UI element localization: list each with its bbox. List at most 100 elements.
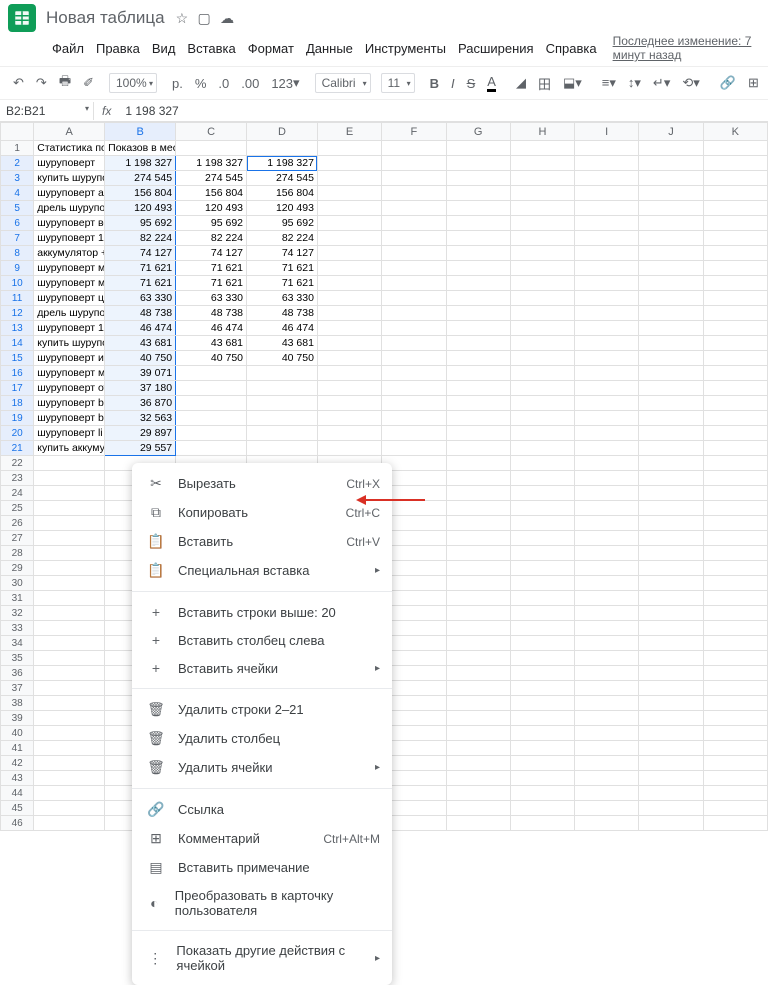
row-header[interactable]: 1 [1,141,34,156]
cell[interactable] [446,816,510,831]
cell[interactable] [703,486,767,501]
cell[interactable] [575,246,639,261]
cell[interactable] [510,516,574,531]
cell[interactable] [446,696,510,711]
cell[interactable] [575,576,639,591]
cell[interactable] [446,681,510,696]
col-header-j[interactable]: J [639,123,703,141]
cell[interactable] [639,786,703,801]
row-header[interactable]: 19 [1,411,34,426]
cell[interactable] [382,261,446,276]
cell[interactable] [510,486,574,501]
cell[interactable] [446,201,510,216]
cell[interactable] [575,816,639,831]
cell[interactable] [34,786,105,801]
cell[interactable] [446,756,510,771]
cell[interactable] [34,576,105,591]
cell[interactable] [247,366,318,381]
cell[interactable]: 40 750 [247,351,318,366]
row-header[interactable]: 33 [1,621,34,636]
cell[interactable] [510,816,574,831]
cell[interactable] [575,366,639,381]
cell[interactable] [317,276,381,291]
cell[interactable] [510,471,574,486]
cell[interactable] [639,141,703,156]
row-header[interactable]: 18 [1,396,34,411]
cell[interactable] [703,696,767,711]
cell[interactable]: 39 071 [105,366,176,381]
cell[interactable]: 71 621 [247,276,318,291]
cell[interactable] [703,591,767,606]
cell[interactable] [510,636,574,651]
cell[interactable] [575,291,639,306]
cell[interactable] [317,261,381,276]
cell[interactable]: 71 621 [176,276,247,291]
ctx-copy[interactable]: ⧉ Копировать Ctrl+C [132,498,392,527]
col-header-b[interactable]: B [105,123,176,141]
cell[interactable] [575,381,639,396]
strike-button[interactable]: S [462,73,481,94]
cell[interactable] [639,636,703,651]
cell[interactable]: 274 545 [247,171,318,186]
redo-button[interactable]: ↷ [31,72,52,94]
cell[interactable]: 74 127 [176,246,247,261]
cell[interactable] [703,426,767,441]
cell[interactable] [382,276,446,291]
cell[interactable] [317,156,381,171]
cell[interactable] [317,411,381,426]
cell[interactable] [575,216,639,231]
cell[interactable] [639,696,703,711]
cloud-icon[interactable]: ☁ [220,10,234,26]
row-header[interactable]: 44 [1,786,34,801]
h-align-button[interactable]: ≡▾ [597,72,621,94]
cell[interactable]: шуруповерт 18 [34,231,105,246]
cell[interactable] [639,681,703,696]
row-header[interactable]: 45 [1,801,34,816]
menu-insert[interactable]: Вставка [181,38,241,59]
cell[interactable] [446,351,510,366]
cell[interactable] [510,141,574,156]
link-button[interactable]: 🔗 [715,72,741,94]
cell[interactable] [703,651,767,666]
cell[interactable] [703,171,767,186]
cell[interactable] [639,501,703,516]
cell[interactable] [510,546,574,561]
col-header-f[interactable]: F [382,123,446,141]
row-header[interactable]: 38 [1,696,34,711]
cell[interactable] [176,426,247,441]
cell[interactable] [510,186,574,201]
cell[interactable] [34,666,105,681]
cell[interactable] [510,156,574,171]
cell[interactable] [639,741,703,756]
text-color-button[interactable]: A [482,71,501,95]
cell[interactable] [317,291,381,306]
cell[interactable] [382,426,446,441]
cell[interactable] [382,231,446,246]
col-header-c[interactable]: C [176,123,247,141]
cell[interactable] [446,291,510,306]
cell[interactable] [446,546,510,561]
row-header[interactable]: 27 [1,531,34,546]
cell[interactable] [510,801,574,816]
cell[interactable] [510,771,574,786]
row-header[interactable]: 3 [1,171,34,186]
sheets-logo[interactable] [8,4,36,32]
menu-tools[interactable]: Инструменты [359,38,452,59]
row-header[interactable]: 28 [1,546,34,561]
cell[interactable]: 48 738 [176,306,247,321]
cell[interactable] [575,516,639,531]
cell[interactable] [446,381,510,396]
cell[interactable] [639,471,703,486]
cell[interactable] [575,306,639,321]
cell[interactable] [575,636,639,651]
cell[interactable] [575,621,639,636]
cell[interactable]: шуруповерт вол [34,216,105,231]
cell[interactable] [575,231,639,246]
cell[interactable] [382,411,446,426]
cell[interactable] [703,771,767,786]
cell[interactable] [703,351,767,366]
cell[interactable] [34,456,105,471]
borders-button[interactable]: 田 [533,71,556,96]
row-header[interactable]: 42 [1,756,34,771]
ctx-comment[interactable]: ⊞ Комментарий Ctrl+Alt+M [132,824,392,853]
